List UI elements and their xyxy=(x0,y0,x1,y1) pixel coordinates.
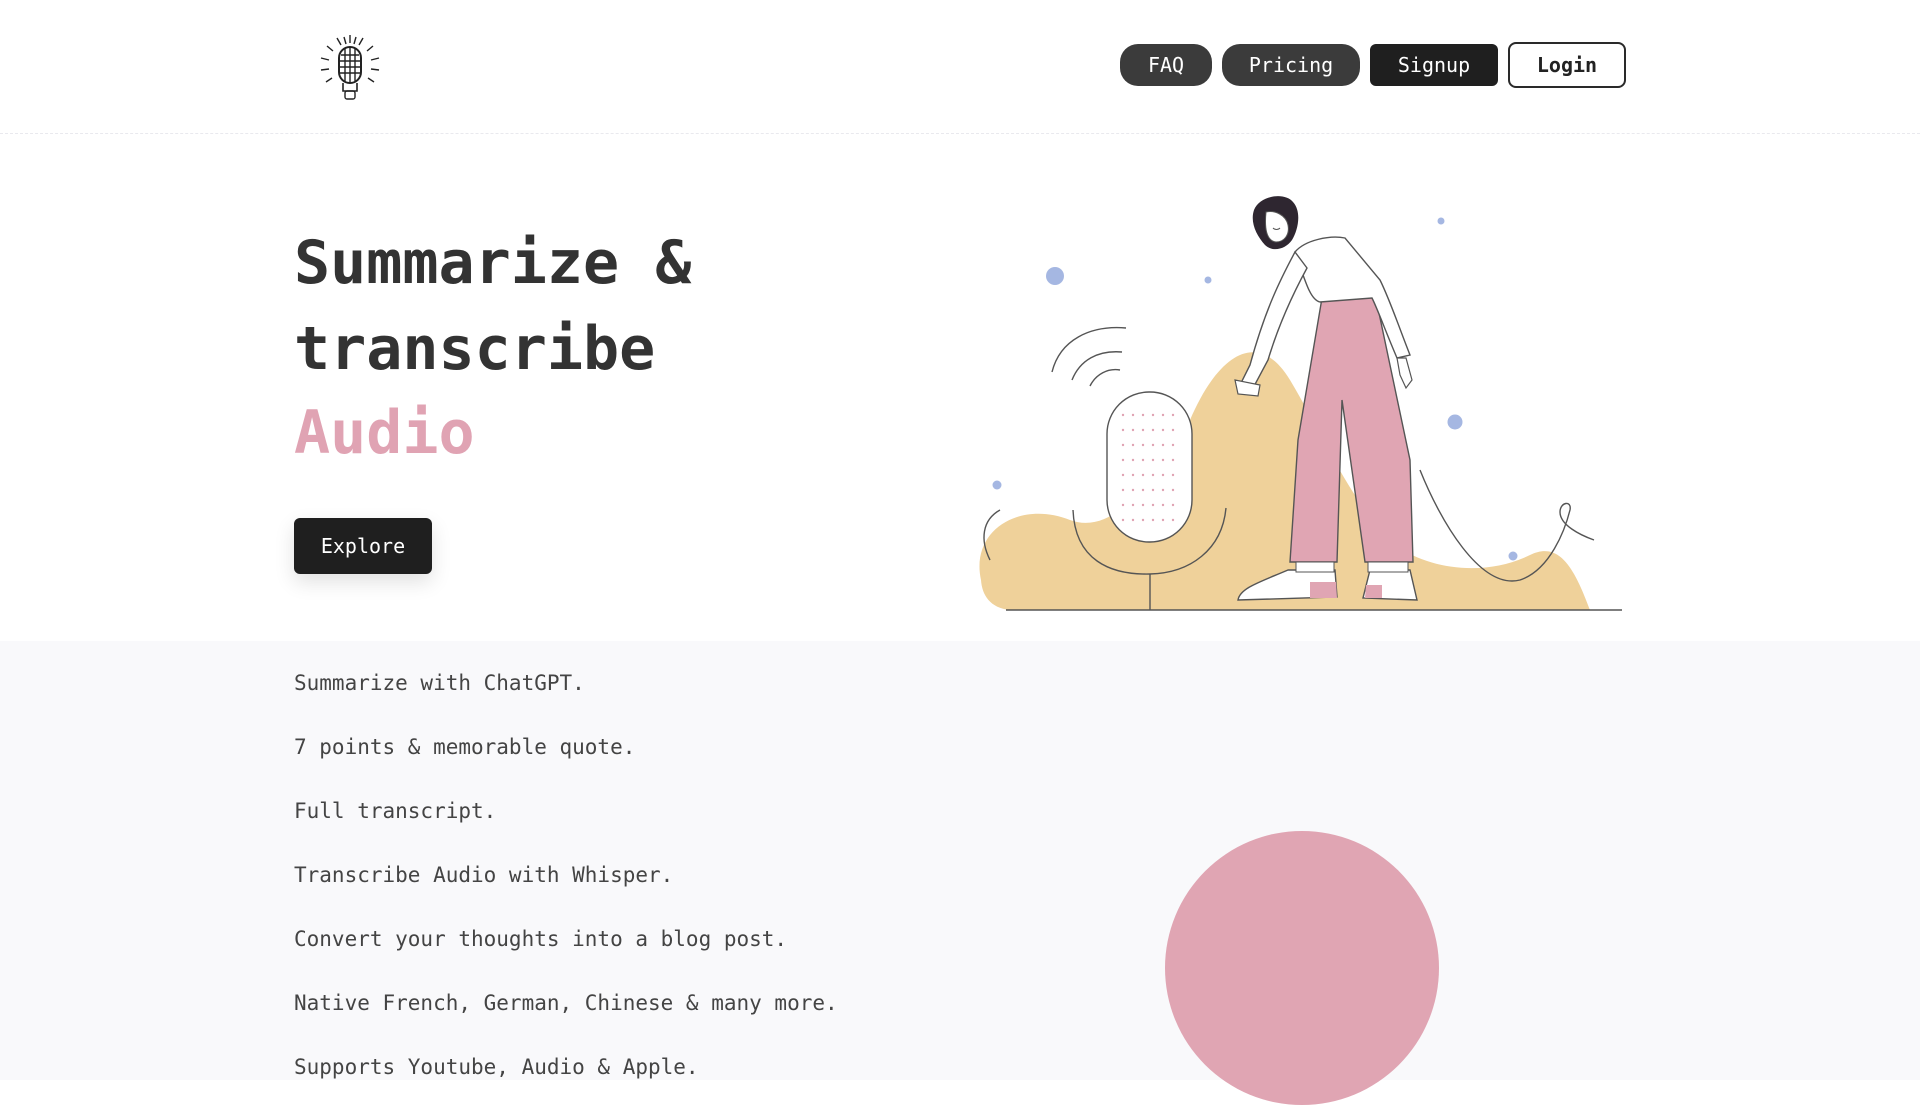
hero-accent-word: Audio xyxy=(294,398,475,468)
list-item: 7 points & memorable quote. xyxy=(294,735,636,759)
hero-title-line-1: Summarize & xyxy=(294,228,692,298)
pricing-button[interactable]: Pricing xyxy=(1222,44,1360,86)
list-item: Convert your thoughts into a blog post. xyxy=(294,927,788,951)
decorative-circle xyxy=(1165,831,1439,1105)
list-item: Supports Youtube, Audio & Apple. xyxy=(294,1055,699,1079)
list-item: Native French, German, Chinese & many mo… xyxy=(294,991,838,1015)
list-item: Full transcript. xyxy=(294,799,497,823)
faq-button[interactable]: FAQ xyxy=(1120,44,1212,86)
signup-button[interactable]: Signup xyxy=(1370,44,1498,86)
features-section: Summarize with ChatGPT. 7 points & memor… xyxy=(0,641,1920,1105)
feature-list: Summarize with ChatGPT. 7 points & memor… xyxy=(294,671,838,1119)
list-item: Transcribe Audio with Whisper. xyxy=(294,863,674,887)
explore-button[interactable]: Explore xyxy=(294,518,432,574)
woman-with-microphone-illustration xyxy=(960,190,1630,620)
login-button[interactable]: Login xyxy=(1508,42,1626,88)
microphone-icon[interactable] xyxy=(317,33,383,101)
site-header: FAQ Pricing Signup Login xyxy=(0,0,1920,134)
top-nav: FAQ Pricing Signup Login xyxy=(1120,42,1626,88)
list-item: Summarize with ChatGPT. xyxy=(294,671,585,695)
hero-title: Summarize & transcribe xyxy=(294,220,691,392)
hero-title-line-2: transcribe xyxy=(294,314,656,384)
